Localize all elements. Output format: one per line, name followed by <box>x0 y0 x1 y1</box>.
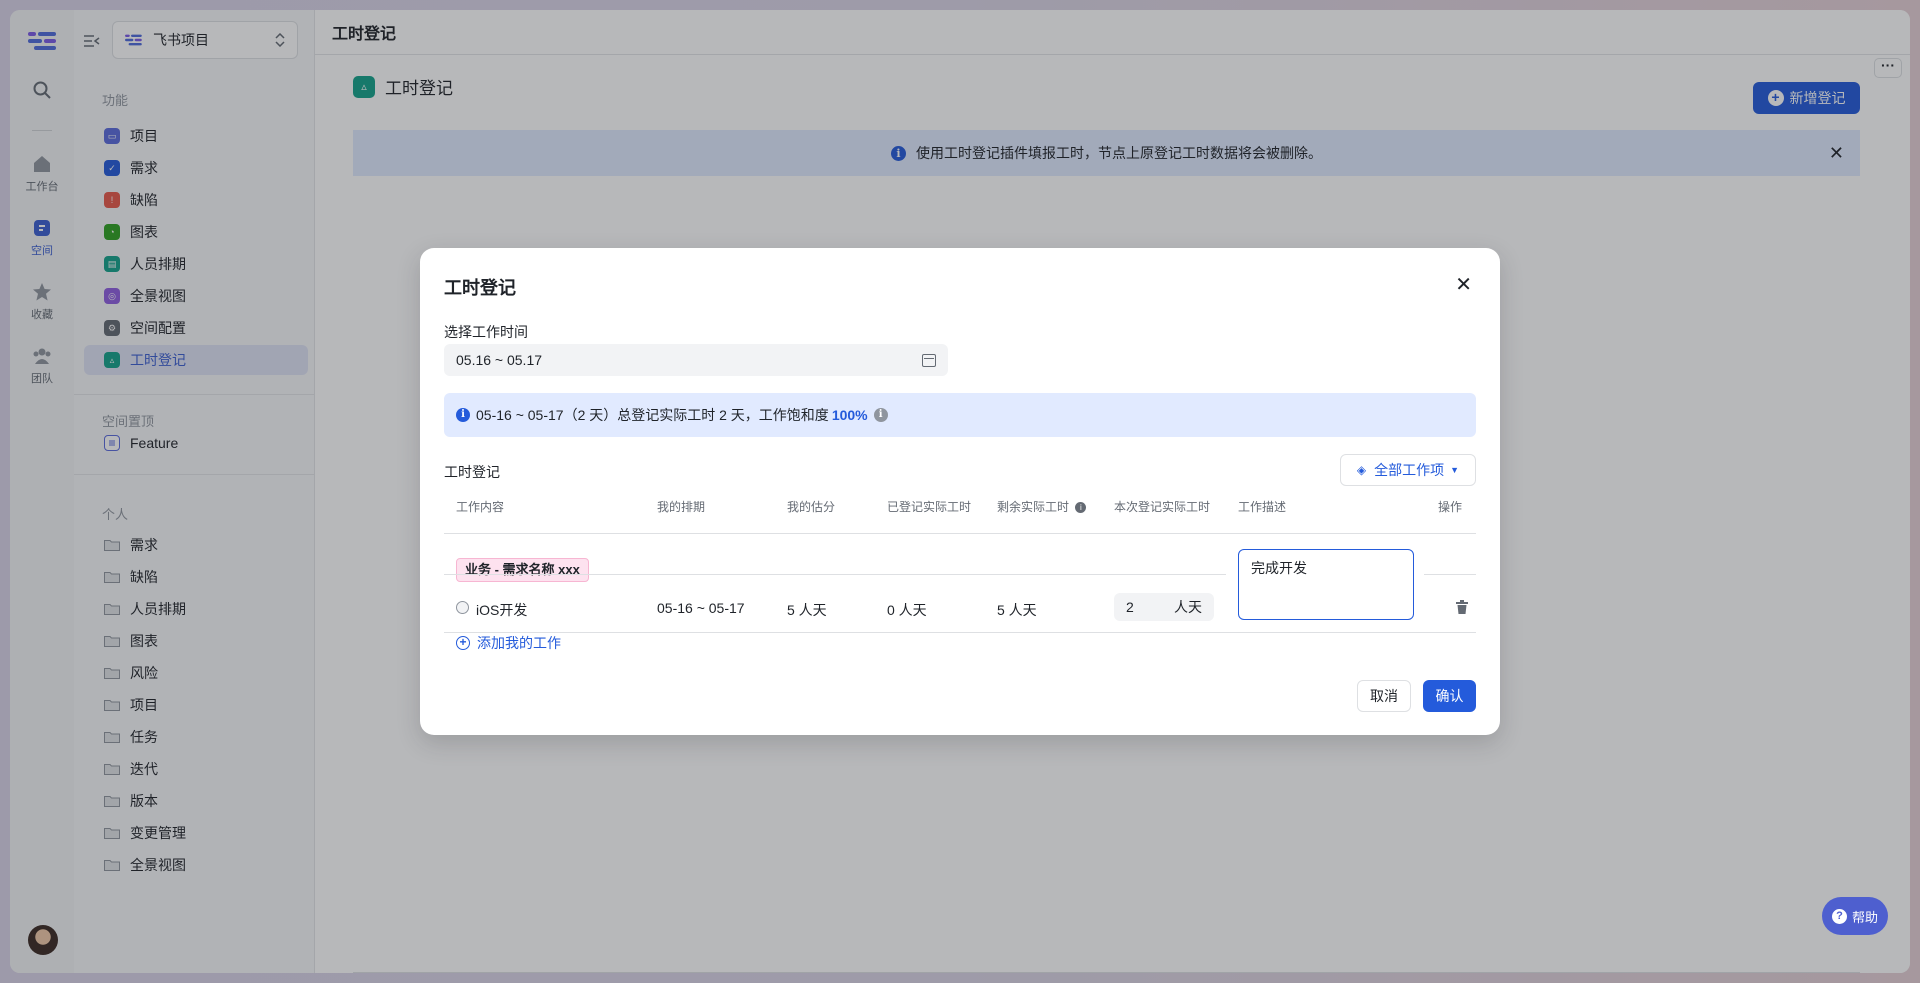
group-tag: 业务 - 需求名称 xxx <box>456 558 589 582</box>
add-work-label: 添加我的工作 <box>477 635 561 651</box>
info-icon[interactable]: i <box>1075 502 1087 514</box>
summary-text: 05-16 ~ 05-17（2 天）总登记实际工时 2 天，工作饱和度 <box>476 407 829 423</box>
calendar-icon <box>922 353 936 367</box>
modal-title: 工时登记 <box>444 278 516 298</box>
table-divider <box>444 533 1476 534</box>
column-header: 工作描述 <box>1238 500 1287 514</box>
info-icon: i <box>456 408 470 422</box>
plus-circle-icon: + <box>456 636 470 650</box>
timesheet-modal: 工时登记 ✕ 选择工作时间 05.16 ~ 05.17 i 05-16 ~ 05… <box>420 248 1500 735</box>
delete-icon[interactable] <box>1456 600 1468 614</box>
cancel-button[interactable]: 取消 <box>1357 680 1411 712</box>
close-icon[interactable]: ✕ <box>1455 272 1472 297</box>
modal-overlay[interactable]: 工时登记 ✕ 选择工作时间 05.16 ~ 05.17 i 05-16 ~ 05… <box>0 0 1920 983</box>
layers-icon: ◈ <box>1356 463 1367 477</box>
remaining-cell: 5 人天 <box>997 602 1037 618</box>
time-label: 选择工作时间 <box>444 324 528 340</box>
table-divider <box>444 574 1226 575</box>
saturation-percent: 100% <box>831 407 868 423</box>
column-header: 我的排期 <box>657 500 706 514</box>
date-range-value: 05.16 ~ 05.17 <box>456 352 543 368</box>
logged-cell: 0 人天 <box>887 602 927 618</box>
confirm-button[interactable]: 确认 <box>1423 680 1476 712</box>
description-textarea[interactable]: 完成开发 <box>1238 549 1414 620</box>
help-label: 帮助 <box>1851 909 1878 925</box>
work-name: iOS开发 <box>476 602 528 618</box>
current-hours-unit: 人天 <box>1174 599 1202 615</box>
section-label: 工时登记 <box>444 464 500 480</box>
caret-down-icon: ▼ <box>1450 465 1460 475</box>
column-header: 工作内容 <box>456 500 505 514</box>
schedule-cell: 05-16 ~ 05-17 <box>657 600 745 616</box>
table-divider <box>1424 574 1476 575</box>
current-hours-value: 2 <box>1126 599 1134 615</box>
help-button[interactable]: ? 帮助 <box>1822 897 1888 935</box>
estimate-cell: 5 人天 <box>787 602 827 618</box>
column-header-label: 剩余实际工时 <box>997 500 1070 514</box>
summary-bar: i 05-16 ~ 05-17（2 天）总登记实际工时 2 天，工作饱和度 10… <box>444 393 1476 437</box>
current-hours-input[interactable]: 2 人天 <box>1114 593 1214 621</box>
work-item-filter[interactable]: ◈ 全部工作项 ▼ <box>1340 454 1476 486</box>
column-header: 已登记实际工时 <box>887 500 972 514</box>
help-icon: ? <box>1831 908 1847 924</box>
info-tooltip-icon[interactable]: i <box>873 408 888 422</box>
add-my-work-button[interactable]: + 添加我的工作 <box>456 633 561 653</box>
column-header: 本次登记实际工时 <box>1114 500 1211 514</box>
column-header: 剩余实际工时 i <box>997 496 1087 534</box>
column-header: 我的估分 <box>787 500 836 514</box>
filter-label: 全部工作项 <box>1374 462 1445 478</box>
column-header: 操作 <box>1438 500 1463 514</box>
date-range-picker[interactable]: 05.16 ~ 05.17 <box>444 344 948 376</box>
table-divider <box>444 632 1476 633</box>
status-radio[interactable] <box>456 601 469 614</box>
